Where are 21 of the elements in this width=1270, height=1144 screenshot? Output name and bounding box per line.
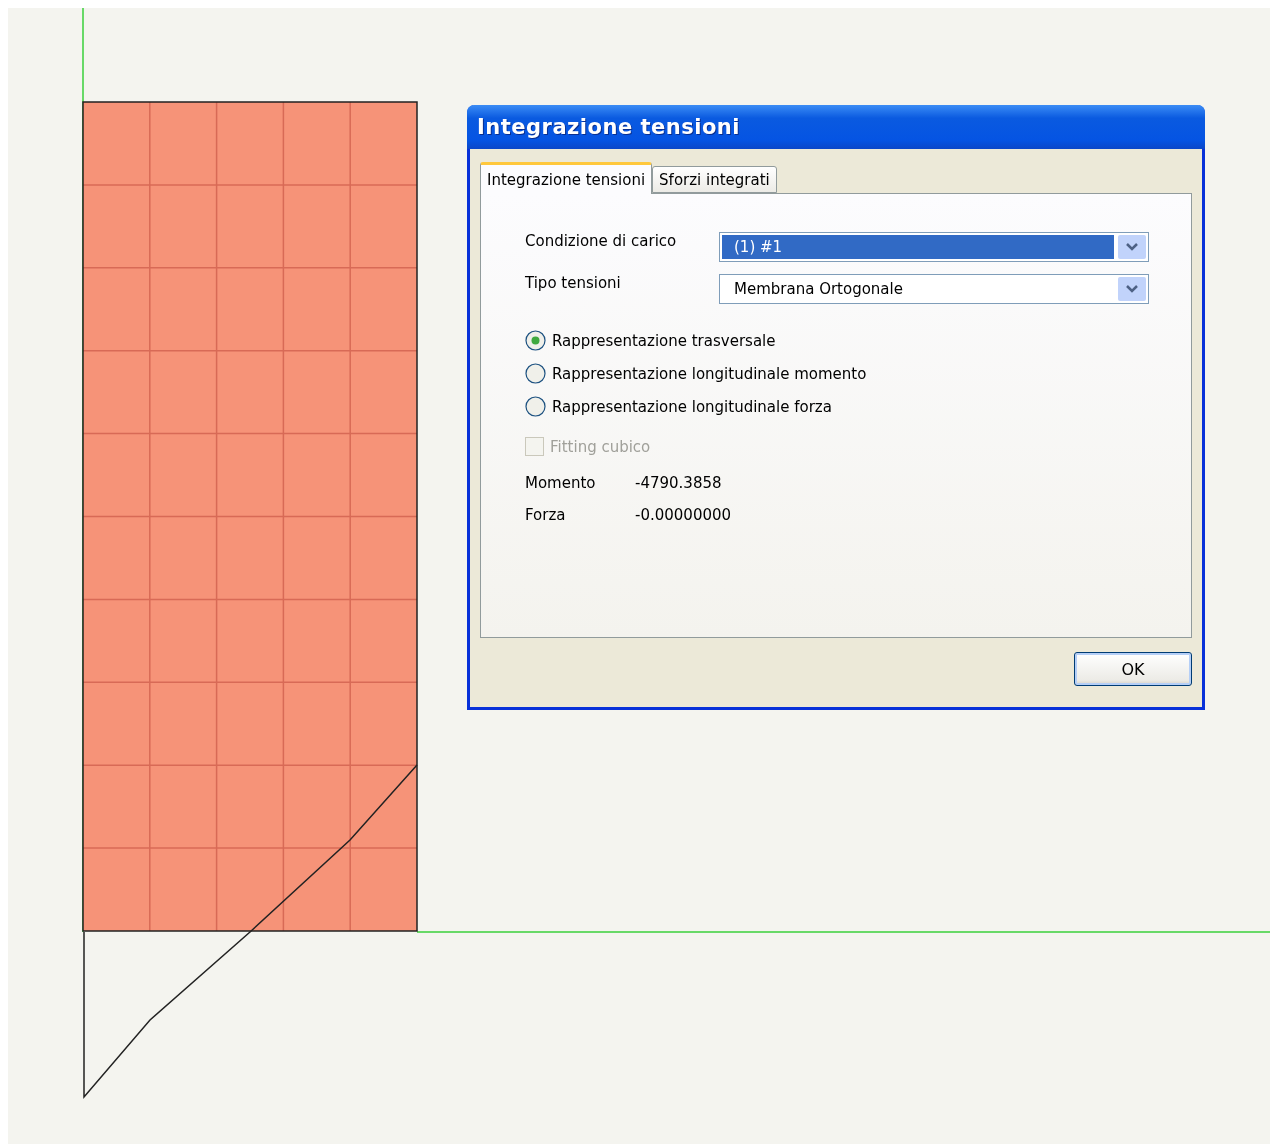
radio-button[interactable]: [525, 330, 546, 351]
chevron-icon: [1118, 277, 1146, 301]
chevron-icon: [1118, 235, 1146, 259]
field-label: Condizione di carico: [525, 232, 678, 250]
result-label: Momento: [525, 474, 597, 492]
ok-button[interactable]: OK: [1074, 652, 1192, 686]
checkbox-label: Fitting cubico: [550, 437, 651, 456]
tab[interactable]: Integrazione tensioni: [480, 162, 653, 194]
window-title: Integrazione tensioni: [477, 115, 740, 139]
dropdown[interactable]: Membrana Ortogonale: [719, 274, 1149, 304]
result-value: -4790.3858: [635, 474, 723, 492]
result-value: -0.00000000: [635, 506, 733, 524]
option-label: Rappresentazione longitudinale momento: [552, 364, 867, 383]
field-label: Tipo tensioni: [525, 274, 622, 292]
option-label: Rappresentazione trasversale: [552, 331, 776, 350]
dropdown[interactable]: (1) #1: [719, 232, 1149, 262]
radio-button[interactable]: [525, 396, 546, 417]
result-label: Forza: [525, 506, 567, 524]
option-label: Rappresentazione longitudinale forza: [552, 397, 832, 416]
tab[interactable]: Sforzi integrati: [652, 166, 777, 193]
radio-button[interactable]: [525, 363, 546, 384]
